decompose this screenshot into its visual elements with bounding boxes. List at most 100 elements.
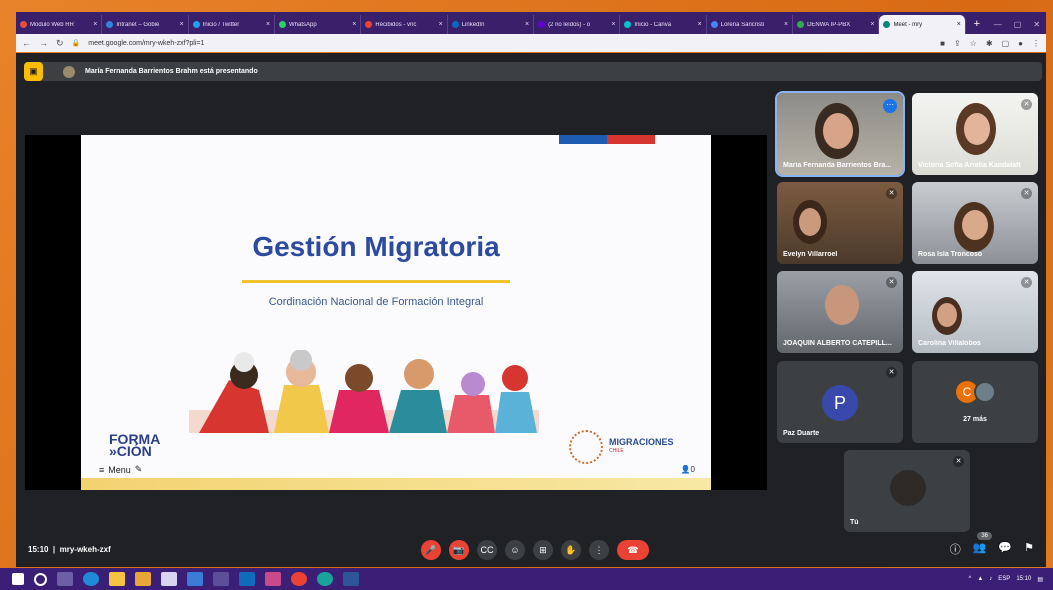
browser-tab[interactable]: Recibidos - vric × (361, 15, 448, 34)
tab-close-icon[interactable]: × (957, 21, 961, 28)
tab-close-icon[interactable]: × (784, 21, 788, 28)
participant-tile[interactable]: P ✕ Paz Duarte (777, 361, 903, 443)
tab-close-icon[interactable]: × (698, 21, 702, 28)
share-icon[interactable]: ⇪ (954, 39, 961, 48)
maximize-icon[interactable]: ▢ (1008, 15, 1028, 34)
tab-favicon-icon (279, 21, 287, 28)
camera-icon[interactable]: ■ (940, 39, 945, 48)
camera-toggle-icon[interactable]: 📷 (449, 540, 469, 560)
raise-hand-icon[interactable]: ✋ (561, 540, 581, 560)
tab-close-icon[interactable]: × (611, 21, 615, 28)
calculator-icon[interactable] (213, 572, 229, 586)
tab-close-icon[interactable]: × (870, 21, 874, 28)
meeting-details: 15:10 | mry-wkeh-zxf (28, 545, 111, 554)
tab-close-icon[interactable]: × (93, 21, 97, 28)
hamburger-icon: ≡ (99, 464, 105, 475)
browser-tab[interactable]: DENWA IP-PBX × (793, 15, 880, 34)
tab-favicon-icon (20, 21, 27, 28)
sidepanel-icon[interactable]: ▢ (1002, 39, 1010, 48)
more-participants-tile[interactable]: C 27 más (912, 361, 1038, 443)
tab-close-icon[interactable]: × (439, 21, 443, 28)
participant-tile[interactable]: ✕ Rosa Isla Troncoso (912, 182, 1038, 264)
lock-icon[interactable]: 🔒 (72, 39, 81, 47)
bookmark-star-icon[interactable]: ☆ (970, 39, 977, 48)
person-icon: 👤 (680, 465, 691, 474)
taskbar-clock[interactable]: 15:10 (1016, 576, 1031, 582)
tab-close-icon[interactable]: × (266, 21, 270, 28)
tab-close-icon[interactable]: × (352, 21, 356, 28)
tab-favicon-icon (538, 21, 546, 28)
folder-icon[interactable] (135, 572, 151, 586)
participant-tile[interactable]: ✕ JOAQUIN ALBERTO CATEPILL... (777, 271, 903, 353)
more-options-icon[interactable]: ⋯ (883, 99, 897, 113)
language-indicator[interactable]: ESP (998, 576, 1010, 582)
search-icon[interactable] (34, 572, 47, 586)
self-view-tile[interactable]: ✕ Tú (844, 450, 970, 532)
browser-tab[interactable]: Inicio / Twitter × (189, 15, 276, 34)
word-icon[interactable] (343, 572, 359, 586)
participant-name: Victoria Sofía Arratia Kandalaft (918, 162, 1021, 169)
browser-menu-icon[interactable]: ⋮ (1032, 39, 1040, 48)
file-explorer-icon[interactable] (109, 572, 125, 586)
stop-presenting-icon[interactable]: ▣ (24, 62, 43, 81)
minimize-icon[interactable]: — (988, 15, 1008, 34)
calendar-icon[interactable] (187, 572, 203, 586)
browser-tab[interactable]: Modulo Web RR × (16, 15, 103, 34)
network-icon[interactable]: ▲ (977, 576, 983, 582)
tab-favicon-icon (106, 21, 114, 28)
windows-start-icon[interactable] (12, 573, 24, 585)
edge-icon[interactable] (83, 572, 99, 586)
slide-footer-wave (81, 478, 711, 490)
tab-close-icon[interactable]: × (180, 21, 184, 28)
captions-icon[interactable]: CC (477, 540, 497, 560)
chrome-icon[interactable] (291, 572, 307, 586)
extensions-icon[interactable]: ✱ (986, 39, 993, 48)
browser-tab[interactable]: LinkedIn × (448, 15, 535, 34)
tray-chevron-icon[interactable]: ^ (969, 576, 972, 582)
presenter-avatar (63, 65, 75, 78)
slide-menu-button[interactable]: ≡ Menu ✎ (99, 464, 142, 475)
new-tab-button[interactable]: + (966, 15, 988, 34)
activities-icon[interactable]: ⚑ (1024, 541, 1034, 557)
paint-icon[interactable] (161, 572, 177, 586)
slide-subtitle: Cordinación Nacional de Formación Integr… (268, 296, 484, 308)
browser-tab[interactable]: Meet - mry × (879, 15, 966, 34)
whatsapp-app-icon[interactable] (317, 572, 333, 586)
system-tray: ^ ▲ ♪ ESP 15:10 ▤ (969, 576, 1053, 583)
emoji-icon[interactable]: ☺ (505, 540, 525, 560)
tab-close-icon[interactable]: × (525, 21, 529, 28)
volume-icon[interactable]: ♪ (989, 576, 992, 582)
title-underline (242, 280, 510, 283)
leave-call-icon[interactable]: ☎ (617, 540, 649, 560)
browser-tab[interactable]: Intranet – Gobie × (102, 15, 189, 34)
close-window-icon[interactable]: ✕ (1027, 15, 1046, 34)
browser-tab[interactable]: Lorena Sancristi × (707, 15, 794, 34)
participant-name: JOAQUIN ALBERTO CATEPILL... (783, 340, 892, 347)
participant-tile[interactable]: ✕ Victoria Sofía Arratia Kandalaft (912, 93, 1038, 175)
forward-icon[interactable]: → (39, 38, 48, 48)
more-options-icon[interactable]: ⋮ (589, 540, 609, 560)
participant-tile[interactable]: ✕ Evelyn Villarroel (777, 182, 903, 264)
mic-muted-icon: ✕ (1021, 188, 1032, 199)
profile-avatar[interactable]: ● (1018, 39, 1023, 48)
photos-icon[interactable] (265, 572, 281, 586)
browser-tab[interactable]: WhatsApp × (275, 15, 362, 34)
participant-tile[interactable]: ✕ Carolina Villalobos (912, 271, 1038, 353)
participant-avatar: P (822, 385, 858, 421)
present-screen-icon[interactable]: ⊞ (533, 540, 553, 560)
notifications-icon[interactable]: ▤ (1037, 576, 1043, 583)
mic-toggle-icon[interactable]: 🎤 (421, 540, 441, 560)
outlook-icon[interactable] (239, 572, 255, 586)
task-view-icon[interactable] (57, 572, 73, 586)
pen-icon[interactable]: ✎ (135, 464, 143, 475)
back-icon[interactable]: ← (22, 38, 31, 48)
reload-icon[interactable]: ↻ (56, 38, 64, 49)
mic-muted-icon: ✕ (886, 188, 897, 199)
browser-tab[interactable]: (2 no leídos) - o × (534, 15, 621, 34)
info-icon[interactable]: ⓘ (950, 541, 961, 557)
browser-tab[interactable]: Inicio - Canva × (620, 15, 707, 34)
url-field[interactable]: meet.google.com/mry-wkeh-zxf?pli=1 (88, 40, 932, 47)
chat-icon[interactable]: 💬 (998, 541, 1012, 557)
people-icon[interactable]: 👥 (973, 541, 987, 557)
participant-tile[interactable]: ⋯ María Fernanda Barrientos Bra... (775, 91, 905, 177)
